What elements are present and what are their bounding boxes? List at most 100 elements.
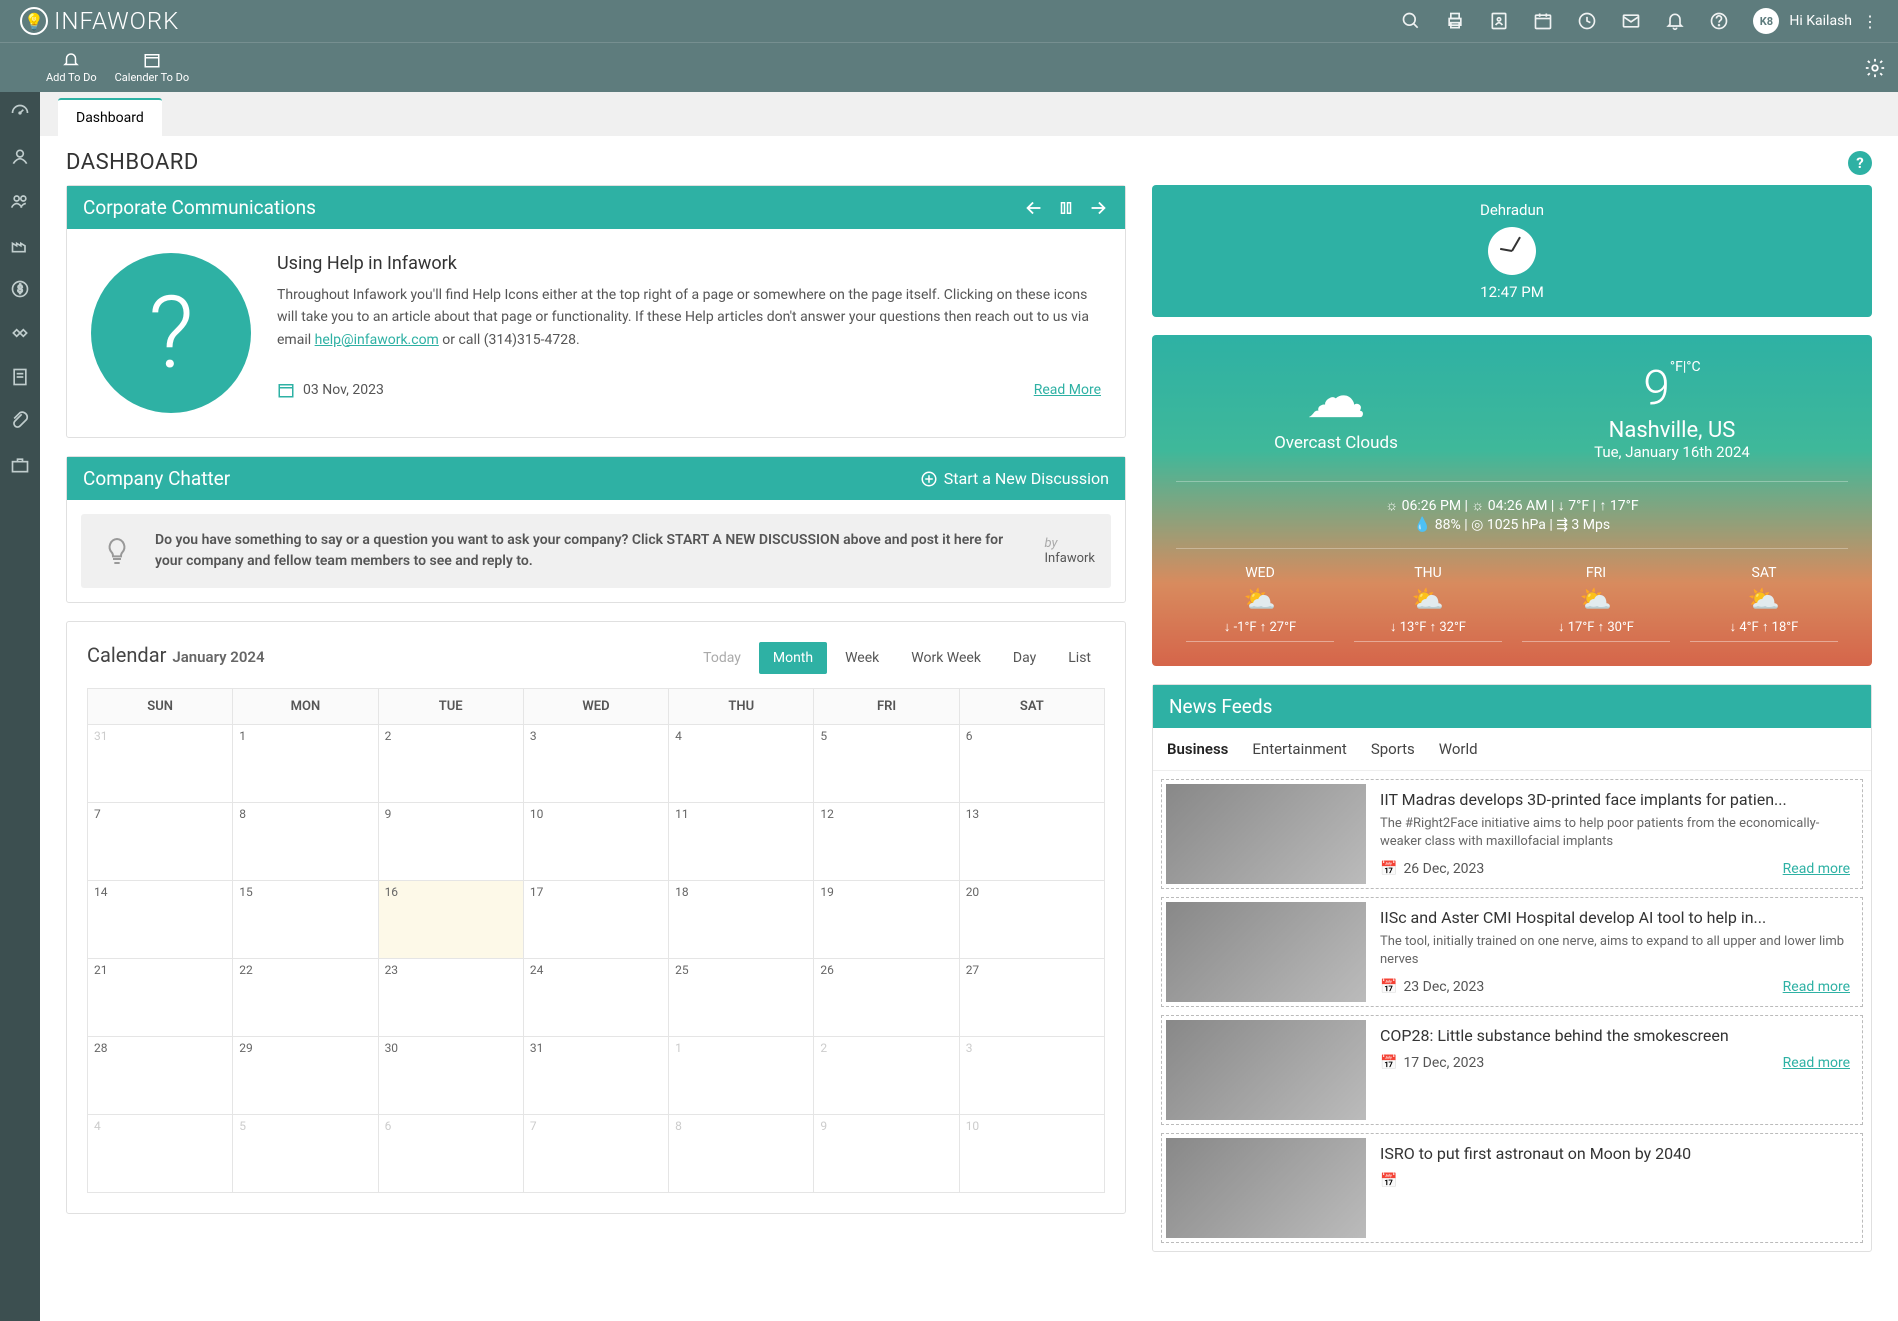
add-todo-button[interactable]: Add To Do: [46, 51, 97, 84]
arrow-left-icon[interactable]: [1023, 197, 1045, 219]
calendar-cell[interactable]: 3: [959, 1037, 1104, 1115]
calendar-cell[interactable]: 1: [669, 1037, 814, 1115]
news-item[interactable]: IISc and Aster CMI Hospital develop AI t…: [1161, 897, 1863, 1007]
calendar-cell[interactable]: 2: [378, 725, 523, 803]
clock-icon[interactable]: [1577, 11, 1597, 31]
calendar-cell[interactable]: 31: [88, 725, 233, 803]
calendar-cell[interactable]: 21: [88, 959, 233, 1037]
nav-paperclip-icon[interactable]: [9, 410, 31, 432]
calendar-cell[interactable]: 19: [814, 881, 959, 959]
calendar-cell[interactable]: 17: [523, 881, 668, 959]
nav-money-icon[interactable]: $: [9, 278, 31, 300]
calendar-cell[interactable]: 18: [669, 881, 814, 959]
nav-dashboard-icon[interactable]: [9, 102, 31, 124]
add-todo-label: Add To Do: [46, 71, 97, 84]
calendar-todo-label: Calender To Do: [115, 71, 190, 84]
forecast-day: WED⛅↓ -1°F ↑ 27°F: [1176, 565, 1344, 642]
weather-widget: ☁ Overcast Clouds 9°F|°C Nashville, US T…: [1152, 335, 1872, 666]
calendar-cell[interactable]: 5: [814, 725, 959, 803]
nav-people-icon[interactable]: [9, 190, 31, 212]
news-item[interactable]: COP28: Little substance behind the smoke…: [1161, 1015, 1863, 1125]
calendar-todo-button[interactable]: Calender To Do: [115, 51, 190, 84]
news-read-more[interactable]: Read more: [1783, 861, 1850, 877]
news-read-more[interactable]: Read more: [1783, 1055, 1850, 1071]
search-icon[interactable]: [1401, 11, 1421, 31]
user-menu[interactable]: K8 Hi Kailash ⋮: [1753, 8, 1878, 34]
news-item[interactable]: ISRO to put first astronaut on Moon by 2…: [1161, 1133, 1863, 1243]
calendar-cell[interactable]: 25: [669, 959, 814, 1037]
calendar-cell[interactable]: 26: [814, 959, 959, 1037]
calendar-cell[interactable]: 31: [523, 1037, 668, 1115]
calendar-cell[interactable]: 4: [669, 725, 814, 803]
calendar-view-month[interactable]: Month: [759, 642, 827, 674]
print-icon[interactable]: [1445, 11, 1465, 31]
news-tab-world[interactable]: World: [1439, 740, 1478, 758]
calendar-cell[interactable]: 30: [378, 1037, 523, 1115]
weather-unit[interactable]: °F|°C: [1670, 359, 1701, 375]
calendar-view-today[interactable]: Today: [689, 642, 755, 674]
calendar-cell[interactable]: 27: [959, 959, 1104, 1037]
nav-person-icon[interactable]: [9, 146, 31, 168]
gear-icon[interactable]: [1864, 57, 1886, 79]
clock-city: Dehradun: [1168, 201, 1856, 219]
contacts-icon[interactable]: [1489, 11, 1509, 31]
calendar-title: Calendar: [87, 643, 166, 667]
calendar-cell[interactable]: 11: [669, 803, 814, 881]
calendar-cell[interactable]: 10: [959, 1115, 1104, 1193]
calendar-cell[interactable]: 8: [233, 803, 378, 881]
calendar-cell[interactable]: 7: [88, 803, 233, 881]
calendar-cell[interactable]: 23: [378, 959, 523, 1037]
nav-document-icon[interactable]: [9, 366, 31, 388]
calendar-cell[interactable]: 4: [88, 1115, 233, 1193]
calendar-cell[interactable]: 9: [814, 1115, 959, 1193]
page-help-icon[interactable]: ?: [1848, 151, 1872, 175]
nav-handshake-icon[interactable]: [9, 322, 31, 344]
calendar-cell[interactable]: 14: [88, 881, 233, 959]
calendar-cell[interactable]: 6: [378, 1115, 523, 1193]
mail-icon[interactable]: [1621, 11, 1641, 31]
left-nav: $: [0, 92, 40, 1321]
calendar-cell[interactable]: 10: [523, 803, 668, 881]
calendar-cell[interactable]: 3: [523, 725, 668, 803]
news-tab-sports[interactable]: Sports: [1371, 740, 1415, 758]
news-item[interactable]: IIT Madras develops 3D-printed face impl…: [1161, 779, 1863, 889]
start-discussion-button[interactable]: Start a New Discussion: [920, 469, 1109, 488]
calendar-cell[interactable]: 9: [378, 803, 523, 881]
read-more-link[interactable]: Read More: [1034, 382, 1101, 398]
content-area: Dashboard DASHBOARD ? Corporate Communic…: [40, 92, 1898, 1321]
news-tab-business[interactable]: Business: [1167, 740, 1228, 758]
calendar-cell[interactable]: 8: [669, 1115, 814, 1193]
nav-briefcase-icon[interactable]: [9, 454, 31, 476]
calendar-cell[interactable]: 24: [523, 959, 668, 1037]
calendar-view-list[interactable]: List: [1054, 642, 1105, 674]
nav-factory-icon[interactable]: [9, 234, 31, 256]
calendar-view-day[interactable]: Day: [999, 642, 1050, 674]
news-tab-entertainment[interactable]: Entertainment: [1252, 740, 1346, 758]
logo[interactable]: 💡 INFAWORK: [20, 7, 179, 35]
help-icon[interactable]: [1709, 11, 1729, 31]
news-list[interactable]: IIT Madras develops 3D-printed face impl…: [1153, 771, 1871, 1251]
bell-icon[interactable]: [1665, 11, 1685, 31]
news-read-more[interactable]: Read more: [1783, 979, 1850, 995]
calendar-cell[interactable]: 13: [959, 803, 1104, 881]
calendar-view-work-week[interactable]: Work Week: [897, 642, 995, 674]
calendar-cell[interactable]: 22: [233, 959, 378, 1037]
calendar-cell[interactable]: 2: [814, 1037, 959, 1115]
calendar-cell[interactable]: 29: [233, 1037, 378, 1115]
calendar-cell[interactable]: 12: [814, 803, 959, 881]
calendar-cell[interactable]: 20: [959, 881, 1104, 959]
calendar-cell[interactable]: 1: [233, 725, 378, 803]
comm-article-body: Throughout Infawork you'll find Help Ico…: [277, 284, 1101, 351]
calendar-cell[interactable]: 7: [523, 1115, 668, 1193]
arrow-right-icon[interactable]: [1087, 197, 1109, 219]
calendar-cell[interactable]: 5: [233, 1115, 378, 1193]
tab-dashboard[interactable]: Dashboard: [58, 98, 162, 136]
pause-icon[interactable]: [1057, 199, 1075, 217]
calendar-cell[interactable]: 16: [378, 881, 523, 959]
calendar-cell[interactable]: 15: [233, 881, 378, 959]
calendar-cell[interactable]: 6: [959, 725, 1104, 803]
help-email-link[interactable]: help@infawork.com: [315, 332, 439, 348]
calendar-view-week[interactable]: Week: [831, 642, 893, 674]
calendar-cell[interactable]: 28: [88, 1037, 233, 1115]
calendar-icon[interactable]: [1533, 11, 1553, 31]
